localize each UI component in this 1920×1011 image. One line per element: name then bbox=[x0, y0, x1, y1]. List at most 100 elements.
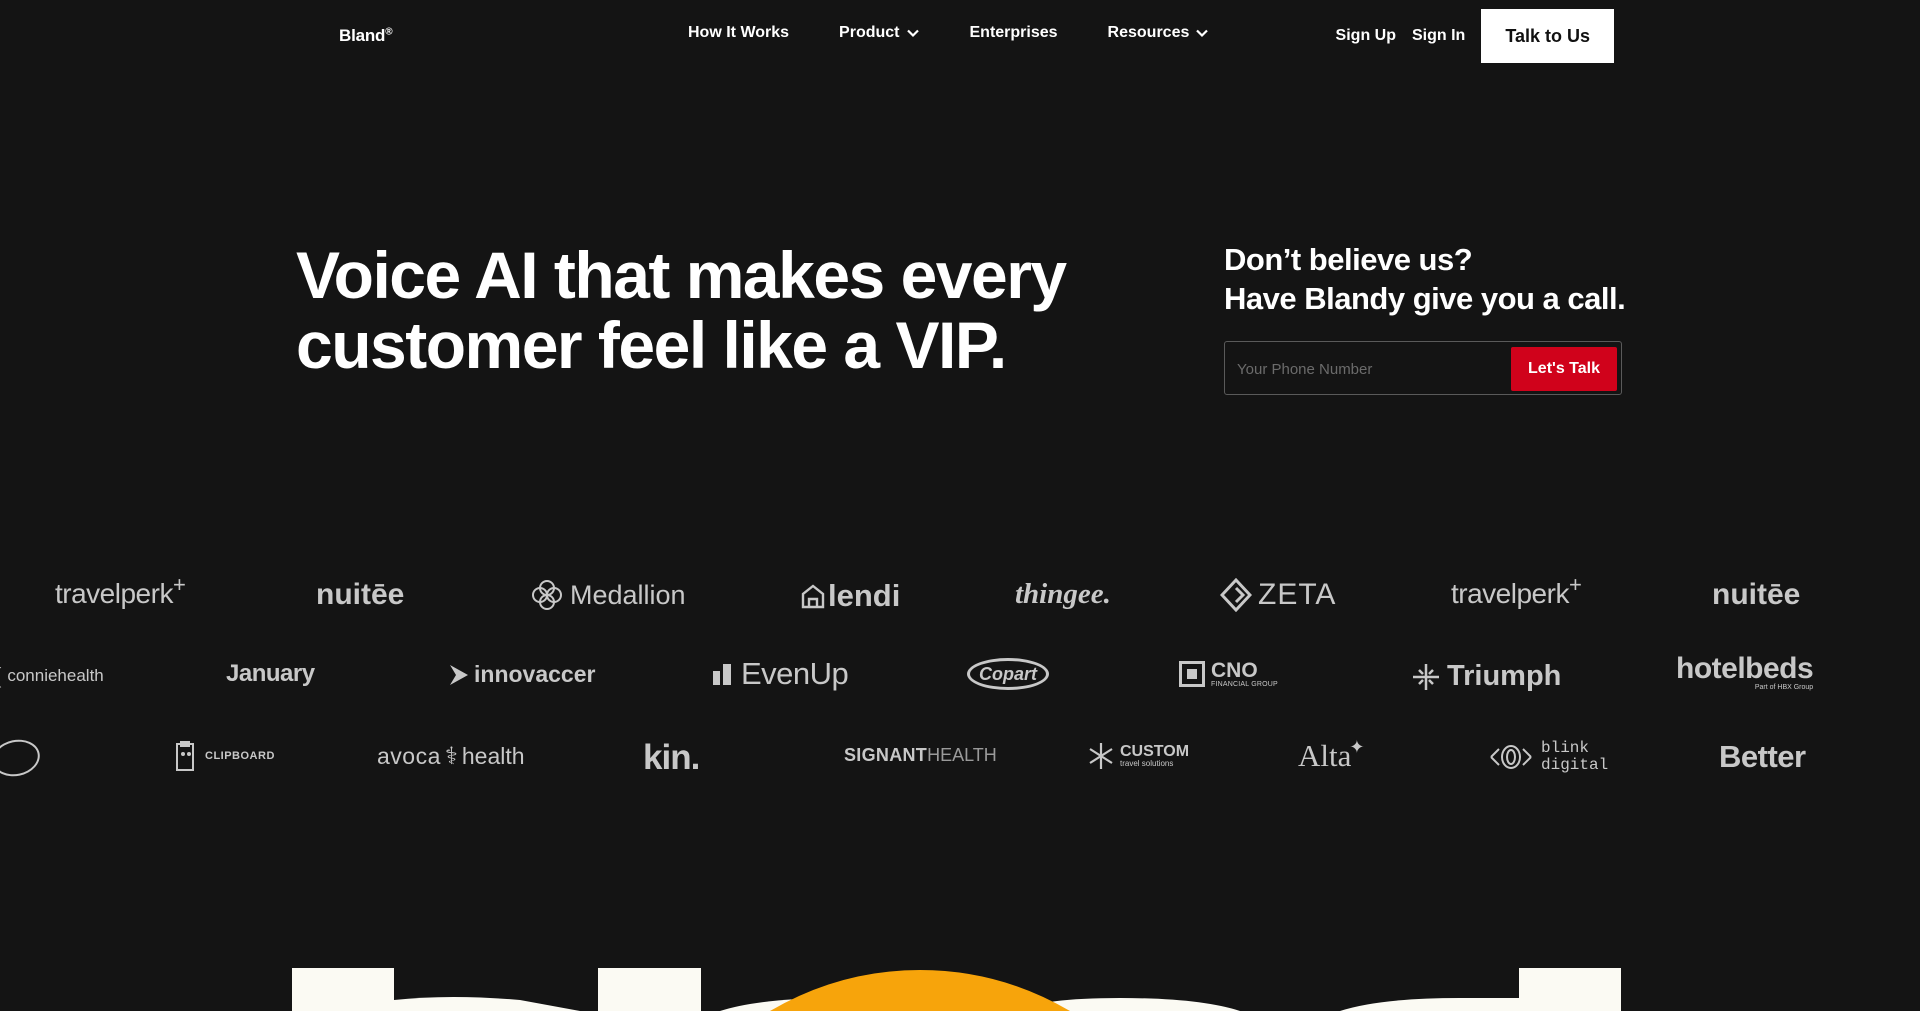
plus-icon: + bbox=[172, 572, 186, 597]
triumph-mark-icon bbox=[1413, 663, 1439, 690]
logo-medallion: Medallion bbox=[530, 578, 686, 612]
logo-conniehealth: ( conniehealth bbox=[0, 663, 104, 689]
logo-better: Better bbox=[1719, 739, 1806, 775]
medallion-mark-icon bbox=[532, 580, 562, 610]
logo-text: EvenUp bbox=[741, 656, 849, 691]
snowflake-icon bbox=[1089, 743, 1113, 769]
brand-registered-mark: ® bbox=[385, 26, 393, 38]
lets-talk-button[interactable]: Let's Talk bbox=[1511, 347, 1617, 391]
logo-text: thingee. bbox=[1015, 578, 1111, 610]
house-icon bbox=[801, 584, 825, 609]
logo-nuitee: nuitēe bbox=[1712, 578, 1800, 612]
brand-logo[interactable]: Bland® bbox=[339, 26, 393, 46]
bland-big-wordmark bbox=[292, 968, 1621, 1011]
logo-text: travelperk bbox=[55, 578, 173, 609]
logo-cavaliers-badge bbox=[0, 735, 44, 781]
logo-text: CNO bbox=[1211, 659, 1258, 682]
logo-text: conniehealth bbox=[7, 666, 104, 685]
nav-product[interactable]: Product bbox=[839, 24, 919, 42]
nav-link-label: How It Works bbox=[688, 24, 790, 41]
logo-text: hotelbeds bbox=[1676, 652, 1814, 685]
nav-how-it-works[interactable]: How It Works bbox=[688, 24, 789, 42]
logo-travelperk: travelperk + bbox=[55, 572, 186, 610]
chevron-down-icon bbox=[906, 29, 919, 38]
logo-text: health bbox=[461, 743, 525, 769]
logo-text: CLIPBOARD bbox=[205, 750, 275, 762]
hero-title-line: Voice AI that makes every bbox=[296, 238, 1067, 312]
logo-nuitee: nuitēe bbox=[316, 578, 404, 612]
logo-custom-travel: CUSTOM travel solutions bbox=[1088, 741, 1189, 771]
logo-text: nuitēe bbox=[316, 578, 405, 611]
phone-number-input[interactable] bbox=[1235, 350, 1499, 388]
caduceus-icon: ⚕ bbox=[444, 743, 458, 770]
brand-name: Bland bbox=[339, 26, 386, 45]
logo-text: innovaccer bbox=[474, 661, 596, 687]
zeta-mark-icon bbox=[1220, 578, 1252, 612]
clipboard-mascot-icon bbox=[176, 741, 194, 771]
hero-title-line: customer feel like a VIP. bbox=[296, 308, 1007, 382]
logo-text: kin. bbox=[643, 738, 700, 777]
nav-link-label: Product bbox=[839, 24, 900, 41]
sign-in-link[interactable]: Sign In bbox=[1412, 27, 1465, 45]
nav-enterprises[interactable]: Enterprises bbox=[970, 24, 1058, 42]
cta-title-line: Don’t believe us? bbox=[1224, 242, 1473, 277]
nav-actions: Sign Up Sign In Talk to Us bbox=[1336, 9, 1614, 63]
hero-title: Voice AI that makes every customer feel … bbox=[296, 240, 1096, 380]
copart-oval: Copart bbox=[967, 658, 1049, 690]
logo-text: Better bbox=[1719, 739, 1806, 774]
logo-text: Copart bbox=[979, 663, 1037, 684]
logo-text: Alta bbox=[1298, 738, 1352, 773]
logo-text: CUSTOM bbox=[1120, 743, 1190, 760]
logo-hotelbeds: hotelbeds Part of HBX Group bbox=[1676, 652, 1814, 692]
logo-zeta: ZETA bbox=[1220, 578, 1336, 612]
logo-subtext: travel solutions bbox=[1120, 759, 1174, 768]
plus-icon: + bbox=[1568, 572, 1582, 597]
blink-text-block: blink digital bbox=[1541, 740, 1608, 774]
evenup-mark-icon bbox=[713, 664, 731, 685]
connie-mark-icon: ( bbox=[0, 663, 1, 689]
logo-subtext: FINANCIAL GROUP bbox=[1211, 681, 1278, 688]
logo-text: Medallion bbox=[570, 579, 686, 610]
cno-mark-icon bbox=[1179, 661, 1205, 687]
cta-title: Don’t believe us? Have Blandy give you a… bbox=[1224, 240, 1626, 318]
blink-eye-icon bbox=[1490, 744, 1532, 769]
logo-copart: Copart bbox=[967, 658, 1049, 690]
logo-text: lendi bbox=[828, 578, 901, 613]
logo-triumph: Triumph bbox=[1411, 660, 1561, 693]
nav-links: How It Works Product Enterprises Resourc… bbox=[688, 24, 1209, 42]
logo-clipboard: CLIPBOARD bbox=[171, 740, 275, 772]
logo-cno: CNO FINANCIAL GROUP bbox=[1179, 660, 1278, 688]
logo-text: Triumph bbox=[1447, 660, 1562, 692]
logo-avoca-health: avoca ⚕ health bbox=[377, 742, 525, 771]
logo-alta: Alta ✦ bbox=[1298, 736, 1365, 774]
logo-travelperk: travelperk + bbox=[1451, 572, 1582, 610]
logo-text: January bbox=[226, 660, 315, 687]
logo-evenup: EvenUp bbox=[711, 656, 849, 692]
logo-kin: kin. bbox=[643, 738, 700, 778]
phone-call-form: Let's Talk bbox=[1224, 341, 1622, 395]
logo-text: HEALTH bbox=[927, 744, 997, 765]
logo-text: ZETA bbox=[1258, 578, 1337, 611]
sign-up-link[interactable]: Sign Up bbox=[1336, 27, 1396, 45]
hotelbeds-text-block: hotelbeds Part of HBX Group bbox=[1676, 652, 1814, 692]
logo-blink-digital: blink digital bbox=[1487, 740, 1608, 774]
talk-to-us-button[interactable]: Talk to Us bbox=[1481, 9, 1614, 63]
cta-title-line: Have Blandy give you a call. bbox=[1224, 281, 1626, 316]
custom-text-block: CUSTOM travel solutions bbox=[1120, 744, 1189, 768]
logo-text: blink bbox=[1541, 739, 1590, 757]
innovaccer-mark-icon bbox=[450, 664, 468, 685]
logo-text: travelperk bbox=[1451, 578, 1569, 609]
logo-text: SIGNANT bbox=[844, 744, 928, 765]
logo-lendi: lendi bbox=[800, 578, 900, 614]
logo-january: January bbox=[226, 660, 315, 688]
nav-link-label: Resources bbox=[1107, 24, 1190, 41]
logo-subtext: Part of HBX Group bbox=[1754, 684, 1814, 691]
nav-resources[interactable]: Resources bbox=[1108, 24, 1210, 42]
logo-thingee: thingee. bbox=[1015, 578, 1111, 611]
logo-text: nuitēe bbox=[1712, 578, 1801, 611]
top-nav: Bland® How It Works Product Enterprises … bbox=[0, 0, 1920, 72]
logo-innovaccer: innovaccer bbox=[448, 661, 595, 688]
logo-signant-health: SIGNANT HEALTH bbox=[818, 744, 997, 766]
nav-link-label: Enterprises bbox=[969, 24, 1058, 41]
sparkle-icon: ✦ bbox=[1349, 736, 1365, 757]
